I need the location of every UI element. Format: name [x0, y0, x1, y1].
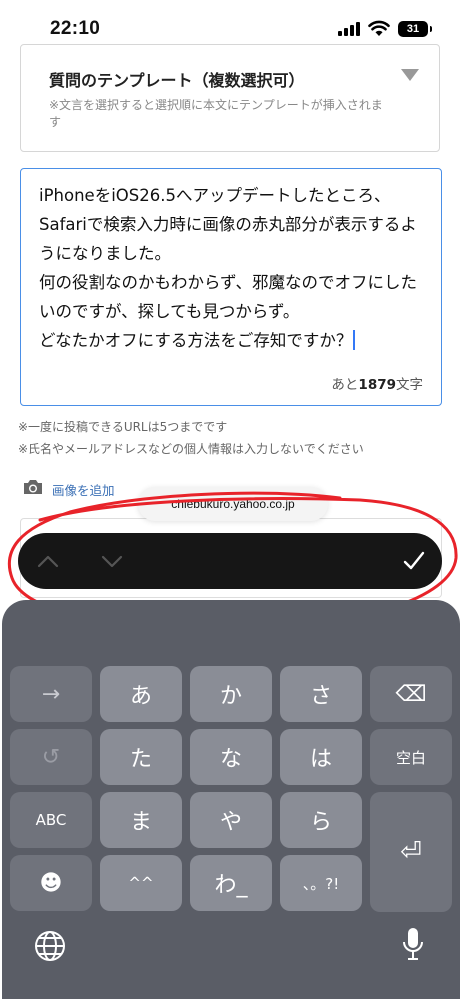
- wifi-icon: [368, 20, 390, 36]
- camera-icon: [24, 480, 42, 494]
- template-dropdown[interactable]: 質問のテンプレート（複数選択可） ※文言を選択すると選択順に本文にテンプレートが…: [20, 44, 440, 152]
- battery-icon: 31: [398, 21, 432, 37]
- cellular-signal-icon: [338, 22, 360, 36]
- key-return[interactable]: ⏎: [370, 792, 452, 912]
- note-personal-info: ※氏名やメールアドレスなどの個人情報は入力しないでください: [18, 442, 364, 456]
- question-text[interactable]: iPhoneをiOS26.5へアップデートしたところ、Safariで検索入力時に…: [39, 186, 417, 350]
- key-undo[interactable]: ↺: [10, 729, 92, 785]
- key-arrow-right[interactable]: →: [10, 666, 92, 722]
- question-textarea[interactable]: iPhoneをiOS26.5へアップデートしたところ、Safariで検索入力時に…: [20, 168, 442, 406]
- chevron-up-icon[interactable]: [36, 551, 60, 571]
- japanese-keyboard: → あ か さ ⌫ ↺ た な は 空白 ABC ま や ら ⏎ ☻ ^^ わ_…: [2, 600, 460, 999]
- key-a[interactable]: あ: [100, 666, 182, 722]
- chevron-down-icon[interactable]: [100, 551, 124, 571]
- note-url-limit: ※一度に投稿できるURLは5つまでです: [18, 420, 228, 434]
- key-na[interactable]: な: [190, 729, 272, 785]
- key-ka[interactable]: か: [190, 666, 272, 722]
- key-ta[interactable]: た: [100, 729, 182, 785]
- key-ha[interactable]: は: [280, 729, 362, 785]
- add-image-label[interactable]: 画像を追加: [52, 480, 115, 499]
- key-sa[interactable]: さ: [280, 666, 362, 722]
- key-space[interactable]: 空白: [370, 729, 452, 785]
- key-emoji[interactable]: ☻: [10, 855, 92, 911]
- key-ra[interactable]: ら: [280, 792, 362, 848]
- key-delete[interactable]: ⌫: [370, 666, 452, 722]
- text-caret: [353, 330, 356, 350]
- template-note: ※文言を選択すると選択順に本文にテンプレートが挿入されます: [49, 98, 383, 129]
- key-punctuation[interactable]: 、。?!: [280, 855, 362, 911]
- remaining-count: 1879: [358, 377, 396, 393]
- key-abc[interactable]: ABC: [10, 792, 92, 848]
- dropdown-arrow-icon[interactable]: [401, 69, 419, 81]
- remaining-characters: あと1879文字: [331, 377, 423, 393]
- template-title: 質問のテンプレート（複数選択可）: [49, 71, 305, 90]
- microphone-icon[interactable]: [402, 926, 424, 964]
- url-pill[interactable]: chiebukuro.yahoo.co.jp: [138, 487, 328, 521]
- key-ya[interactable]: や: [190, 792, 272, 848]
- keyboard-accessory-toolbar: [18, 533, 442, 589]
- posting-notes: ※一度に投稿できるURLは5つまでです ※氏名やメールアドレスなどの個人情報は入…: [18, 416, 364, 460]
- key-wa[interactable]: わ_: [190, 855, 272, 911]
- globe-icon[interactable]: [32, 928, 68, 964]
- key-kaomoji[interactable]: ^^: [100, 855, 182, 911]
- key-ma[interactable]: ま: [100, 792, 182, 848]
- status-time: 22:10: [50, 18, 101, 39]
- checkmark-icon[interactable]: [402, 549, 426, 573]
